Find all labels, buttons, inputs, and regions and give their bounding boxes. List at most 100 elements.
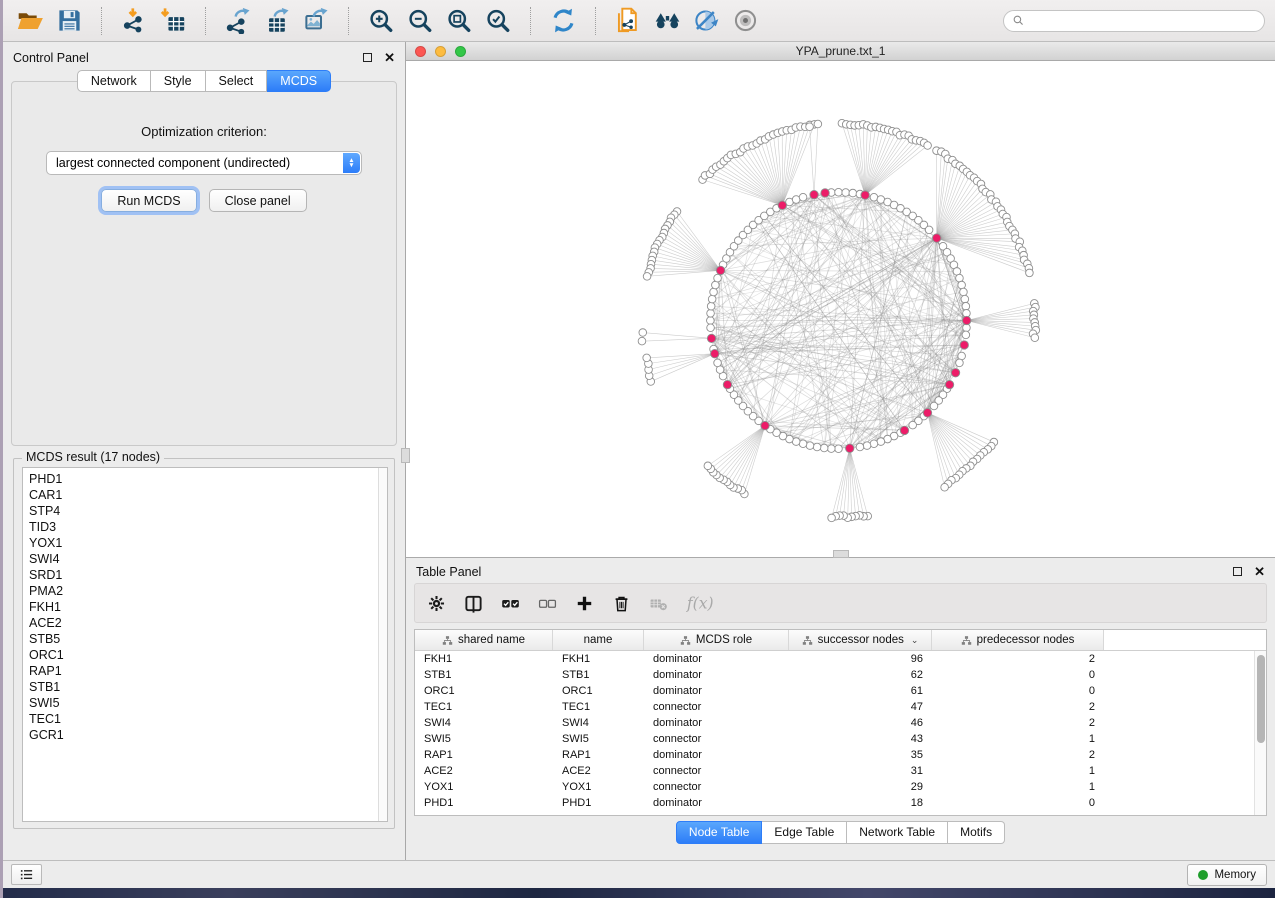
column-header-shared-name[interactable]: shared name (415, 630, 553, 650)
hide-details-icon[interactable] (689, 5, 723, 37)
import-network-icon[interactable] (117, 5, 151, 37)
float-table-panel-icon[interactable] (1233, 567, 1242, 576)
cell-predecessor-nodes[interactable]: 0 (932, 795, 1104, 811)
cell-name[interactable]: SWI4 (553, 715, 644, 731)
mcds-list-scrollbar[interactable] (378, 468, 387, 821)
table-row[interactable]: SWI4SWI4dominator462 (415, 715, 1254, 731)
mcds-result-item[interactable]: ORC1 (29, 647, 375, 663)
cell-name[interactable]: TEC1 (553, 699, 644, 715)
share-document-icon[interactable] (611, 5, 645, 37)
mcds-result-item[interactable]: SRD1 (29, 567, 375, 583)
cell-successor-nodes[interactable]: 35 (789, 747, 932, 763)
mcds-result-item[interactable]: TID3 (29, 519, 375, 535)
mcds-result-item[interactable]: SWI4 (29, 551, 375, 567)
mcds-result-item[interactable]: RAP1 (29, 663, 375, 679)
open-file-icon[interactable] (13, 5, 47, 37)
cell-predecessor-nodes[interactable]: 1 (932, 779, 1104, 795)
cell-mcds-role[interactable]: dominator (644, 795, 789, 811)
table-row[interactable]: YOX1YOX1connector291 (415, 779, 1254, 795)
column-header-successor-nodes[interactable]: successor nodes⌄ (789, 630, 932, 650)
settings-icon[interactable] (427, 594, 446, 613)
cell-shared-name[interactable]: ORC1 (415, 683, 553, 699)
zoom-fit-icon[interactable] (442, 5, 476, 37)
column-header-predecessor-nodes[interactable]: predecessor nodes (932, 630, 1104, 650)
memory-button[interactable]: Memory (1187, 864, 1267, 886)
cell-successor-nodes[interactable]: 62 (789, 667, 932, 683)
column-header-mcds-role[interactable]: MCDS role (644, 630, 789, 650)
mcds-result-list[interactable]: PHD1CAR1STP4TID3YOX1SWI4SRD1PMA2FKH1ACE2… (22, 467, 388, 822)
column-header-name[interactable]: name (553, 630, 644, 650)
search-box[interactable] (1003, 10, 1265, 32)
cell-mcds-role[interactable]: dominator (644, 651, 789, 667)
delete-column-icon[interactable] (612, 594, 631, 613)
mcds-result-item[interactable]: YOX1 (29, 535, 375, 551)
cell-mcds-role[interactable]: connector (644, 731, 789, 747)
cell-shared-name[interactable]: PHD1 (415, 795, 553, 811)
cell-name[interactable]: FKH1 (553, 651, 644, 667)
tab-mcds[interactable]: MCDS (267, 70, 331, 92)
close-window-icon[interactable] (415, 46, 426, 57)
table-row[interactable]: FKH1FKH1dominator962 (415, 651, 1254, 667)
zoom-selected-icon[interactable] (481, 5, 515, 37)
cell-predecessor-nodes[interactable]: 0 (932, 683, 1104, 699)
cell-shared-name[interactable]: ACE2 (415, 763, 553, 779)
cell-predecessor-nodes[interactable]: 2 (932, 699, 1104, 715)
cell-shared-name[interactable]: SWI5 (415, 731, 553, 747)
column-selector-icon[interactable] (464, 594, 483, 613)
mcds-result-item[interactable]: STP4 (29, 503, 375, 519)
add-column-icon[interactable] (575, 594, 594, 613)
tab-network-table[interactable]: Network Table (847, 821, 948, 844)
mcds-result-item[interactable]: PMA2 (29, 583, 375, 599)
vertical-splitter-grip[interactable] (401, 448, 410, 463)
mcds-result-item[interactable]: SWI5 (29, 695, 375, 711)
maximize-window-icon[interactable] (455, 46, 466, 57)
deselect-all-icon[interactable] (538, 594, 557, 613)
cell-successor-nodes[interactable]: 47 (789, 699, 932, 715)
cell-predecessor-nodes[interactable]: 0 (932, 667, 1104, 683)
cell-predecessor-nodes[interactable]: 2 (932, 715, 1104, 731)
close-panel-icon[interactable]: ✕ (384, 51, 395, 64)
export-network-icon[interactable] (221, 5, 255, 37)
cell-successor-nodes[interactable]: 29 (789, 779, 932, 795)
select-stepper-icon[interactable]: ▲▼ (343, 153, 360, 173)
table-row[interactable]: RAP1RAP1dominator352 (415, 747, 1254, 763)
criterion-select[interactable]: largest connected component (undirected)… (46, 151, 362, 175)
zoom-in-icon[interactable] (364, 5, 398, 37)
zoom-out-icon[interactable] (403, 5, 437, 37)
table-row[interactable]: ORC1ORC1dominator610 (415, 683, 1254, 699)
export-table-icon[interactable] (260, 5, 294, 37)
cell-name[interactable]: STB1 (553, 667, 644, 683)
refresh-icon[interactable] (546, 5, 580, 37)
tab-style[interactable]: Style (151, 70, 206, 92)
cell-successor-nodes[interactable]: 96 (789, 651, 932, 667)
task-history-button[interactable] (11, 864, 42, 885)
save-session-icon[interactable] (52, 5, 86, 37)
import-table-icon[interactable] (156, 5, 190, 37)
close-table-panel-icon[interactable]: ✕ (1254, 565, 1265, 578)
run-mcds-button[interactable]: Run MCDS (101, 189, 196, 212)
cell-shared-name[interactable]: SWI4 (415, 715, 553, 731)
cell-name[interactable]: RAP1 (553, 747, 644, 763)
cell-mcds-role[interactable]: connector (644, 763, 789, 779)
cell-name[interactable]: YOX1 (553, 779, 644, 795)
mcds-result-item[interactable]: TEC1 (29, 711, 375, 727)
float-panel-icon[interactable] (363, 53, 372, 62)
tab-edge-table[interactable]: Edge Table (762, 821, 847, 844)
mcds-result-item[interactable]: FKH1 (29, 599, 375, 615)
cell-predecessor-nodes[interactable]: 1 (932, 763, 1104, 779)
cell-name[interactable]: ACE2 (553, 763, 644, 779)
tab-network[interactable]: Network (77, 70, 151, 92)
export-image-icon[interactable] (299, 5, 333, 37)
table-row[interactable]: SWI5SWI5connector431 (415, 731, 1254, 747)
tab-select[interactable]: Select (206, 70, 268, 92)
mcds-result-item[interactable]: ACE2 (29, 615, 375, 631)
cell-successor-nodes[interactable]: 43 (789, 731, 932, 747)
cell-shared-name[interactable]: FKH1 (415, 651, 553, 667)
horizontal-splitter-grip[interactable] (833, 550, 849, 558)
cell-predecessor-nodes[interactable]: 1 (932, 731, 1104, 747)
table-scrollbar-thumb[interactable] (1257, 655, 1265, 743)
cell-successor-nodes[interactable]: 31 (789, 763, 932, 779)
cell-shared-name[interactable]: STB1 (415, 667, 553, 683)
cell-name[interactable]: PHD1 (553, 795, 644, 811)
table-scrollbar[interactable] (1254, 651, 1266, 815)
